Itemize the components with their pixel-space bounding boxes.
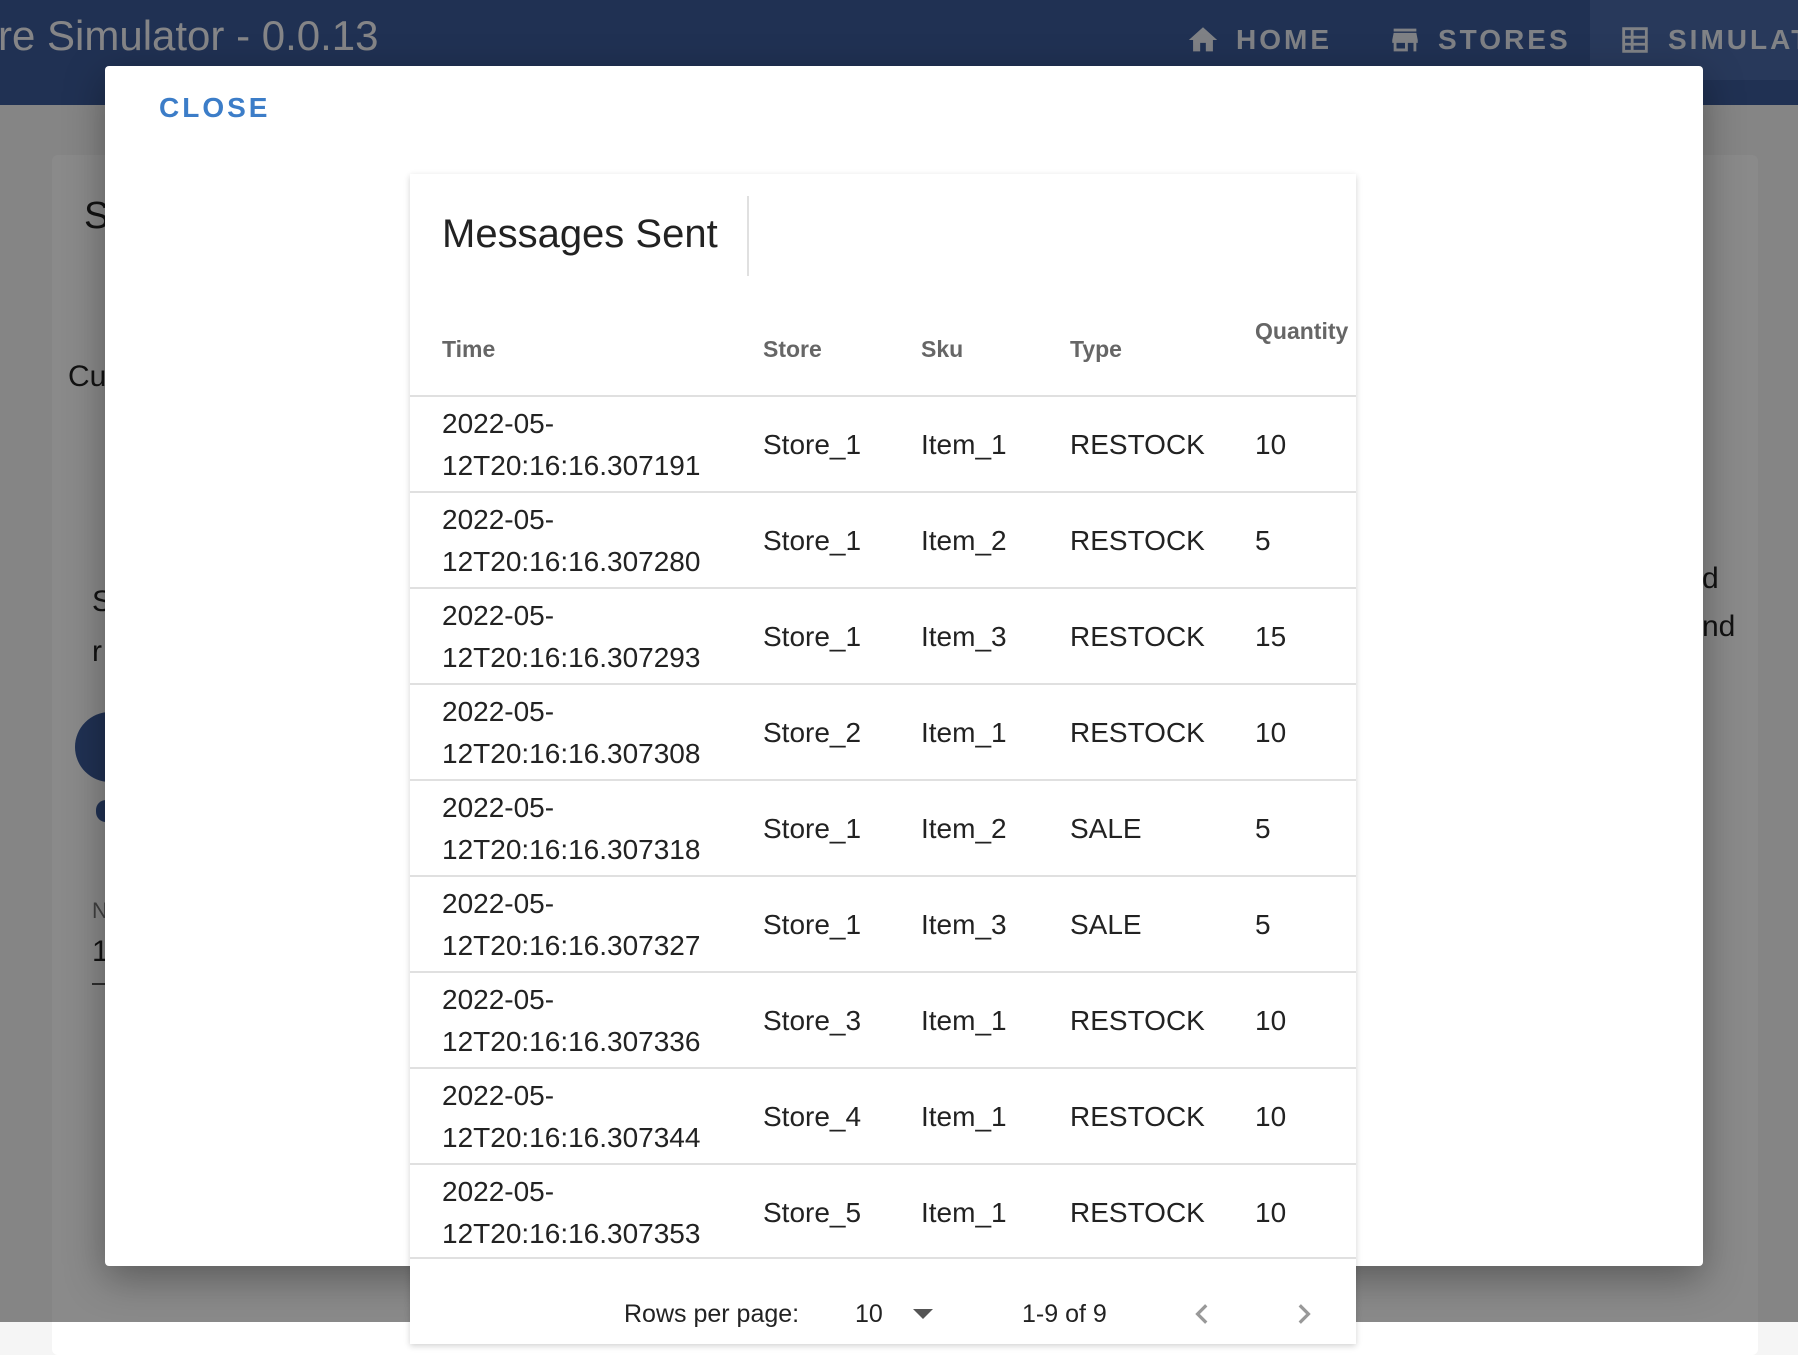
title-divider [747,196,749,276]
column-header-store[interactable]: Store [763,336,822,363]
caret-down-icon [912,1309,933,1319]
rows-per-page-select[interactable]: 10 [855,1292,933,1336]
table-pagination: Rows per page: 10 1-9 of 9 [410,1292,1356,1342]
table-row[interactable]: 2022-05- 12T20:16:16.307280 Store_1 Item_… [410,491,1356,587]
store-cell: Store_1 [763,813,862,844]
store-cell: Store_3 [763,1005,862,1036]
time-cell: 2022-05- 12T20:16:16.307353 [442,1176,701,1249]
table-row[interactable]: 2022-05- 12T20:16:16.307344 Store_4 Item_… [410,1067,1356,1163]
time-cell: 2022-05- 12T20:16:16.307308 [442,696,701,769]
time-cell: 2022-05- 12T20:16:16.307318 [442,792,701,865]
table-row[interactable]: 2022-05- 12T20:16:16.307336 Store_3 Item_… [410,971,1356,1067]
rows-per-page-value: 10 [855,1299,883,1328]
quantity-cell: 10 [1255,1197,1287,1228]
quantity-cell: 10 [1255,429,1287,460]
type-cell: SALE [1070,909,1142,940]
sku-cell: Item_1 [921,1101,1007,1132]
time-cell: 2022-05- 12T20:16:16.307344 [442,1080,701,1153]
table-row[interactable]: 2022-05- 12T20:16:16.307191 Store_1 Item_… [410,395,1356,491]
store-cell: Store_1 [763,621,862,652]
quantity-cell: 5 [1255,909,1271,940]
store-cell: Store_1 [763,909,862,940]
page-range: 1-9 of 9 [1022,1300,1107,1328]
column-header-sku[interactable]: Sku [921,336,963,363]
rows-per-page-label: Rows per page: [624,1300,800,1328]
column-header-time[interactable]: Time [442,336,495,363]
store-cell: Store_2 [763,717,862,748]
table-row[interactable]: 2022-05- 12T20:16:16.307293 Store_1 Item_… [410,587,1356,683]
type-cell: RESTOCK [1070,621,1205,652]
type-cell: RESTOCK [1070,717,1205,748]
chevron-right-icon [1298,1304,1311,1324]
sku-cell: Item_3 [921,909,1007,940]
next-page-button[interactable] [1281,1292,1325,1336]
column-header-type[interactable]: Type [1070,336,1122,363]
quantity-cell: 5 [1255,525,1271,556]
store-cell: Store_1 [763,525,862,556]
type-cell: RESTOCK [1070,429,1205,460]
time-cell: 2022-05- 12T20:16:16.307293 [442,600,701,673]
type-cell: RESTOCK [1070,1005,1205,1036]
quantity-cell: 15 [1255,621,1287,652]
time-cell: 2022-05- 12T20:16:16.307280 [442,504,701,577]
time-cell: 2022-05- 12T20:16:16.307327 [442,888,701,961]
sku-cell: Item_1 [921,429,1007,460]
table-row[interactable]: 2022-05- 12T20:16:16.307327 Store_1 Item_… [410,875,1356,971]
messages-table-card: Messages Sent Time Store Sku Type Quanti… [410,174,1356,1344]
table-title: Messages Sent [442,212,718,256]
quantity-cell: 10 [1255,717,1287,748]
store-cell: Store_1 [763,429,862,460]
type-cell: RESTOCK [1070,525,1205,556]
table-row[interactable]: 2022-05- 12T20:16:16.307318 Store_1 Item_… [410,779,1356,875]
sku-cell: Item_3 [921,621,1007,652]
chevron-left-icon [1195,1304,1208,1324]
sku-cell: Item_1 [921,717,1007,748]
type-cell: RESTOCK [1070,1101,1205,1132]
store-cell: Store_4 [763,1101,862,1132]
table-row[interactable]: 2022-05- 12T20:16:16.307353 Store_5 Item_… [410,1163,1356,1259]
table-body: 2022-05- 12T20:16:16.307191 Store_1 Item_… [410,395,1356,1259]
previous-page-button[interactable] [1181,1292,1225,1336]
close-button[interactable]: CLOSE [155,86,274,130]
messages-dialog: CLOSE Messages Sent Time Store Sku Type … [105,66,1703,1344]
column-header-quantity[interactable]: Quantity [1255,318,1348,345]
quantity-cell: 10 [1255,1005,1287,1036]
time-cell: 2022-05- 12T20:16:16.307336 [442,984,701,1057]
quantity-cell: 10 [1255,1101,1287,1132]
sku-cell: Item_1 [921,1197,1007,1228]
sku-cell: Item_1 [921,1005,1007,1036]
type-cell: SALE [1070,813,1142,844]
store-cell: Store_5 [763,1197,862,1228]
type-cell: RESTOCK [1070,1197,1205,1228]
quantity-cell: 5 [1255,813,1271,844]
table-row[interactable]: 2022-05- 12T20:16:16.307308 Store_2 Item_… [410,683,1356,779]
time-cell: 2022-05- 12T20:16:16.307191 [442,408,701,481]
sku-cell: Item_2 [921,813,1007,844]
sku-cell: Item_2 [921,525,1007,556]
